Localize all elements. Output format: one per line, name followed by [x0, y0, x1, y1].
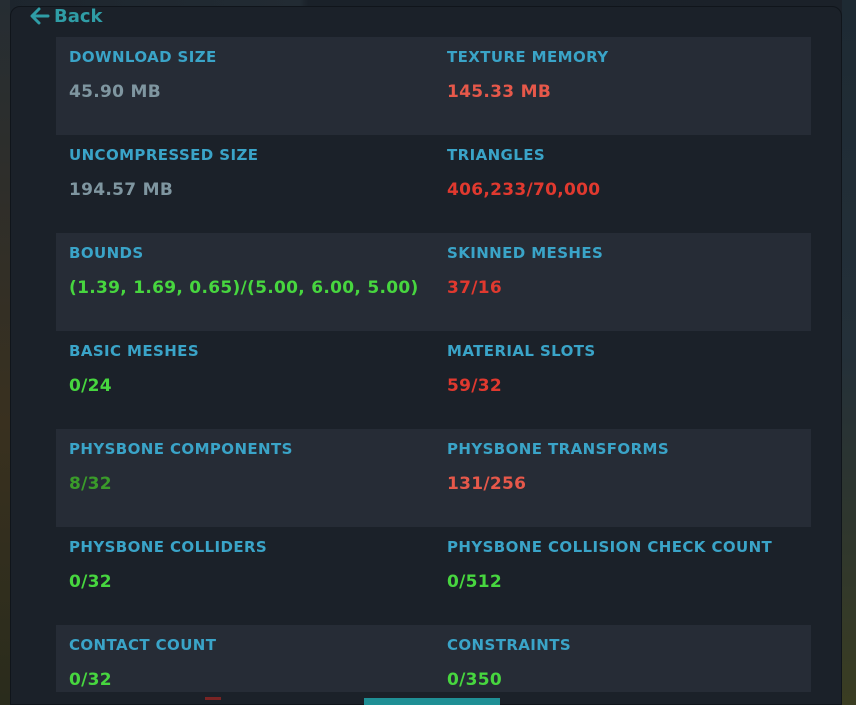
stat-label: DOWNLOAD SIZE	[69, 48, 217, 66]
arrow-left-icon	[30, 7, 50, 25]
stat-label: PHYSBONE COLLIDERS	[69, 538, 268, 556]
stats-row: CONTACT COUNT 0/32 CONSTRAINTS 0/350	[56, 625, 811, 692]
stat-label: CONTACT COUNT	[69, 636, 217, 654]
stat-value: 0/350	[447, 670, 503, 690]
stat-value: 406,233/70,000	[447, 180, 601, 200]
stats-row: BASIC MESHES 0/24 MATERIAL SLOTS 59/32	[56, 331, 811, 429]
stats-row: UNCOMPRESSED SIZE 194.57 MB TRIANGLES 406,2…	[56, 135, 811, 233]
stats-list[interactable]: DOWNLOAD SIZE 45.90 MB TEXTURE MEMORY 145.3…	[30, 37, 837, 692]
back-button[interactable]: Back	[30, 4, 103, 28]
stat-value: (1.39, 1.69, 0.65)/(5.00, 6.00, 5.00)	[69, 278, 419, 298]
stat-value: 194.57 MB	[69, 180, 174, 200]
stat-value: 131/256	[447, 474, 527, 494]
stats-row: BOUNDS (1.39, 1.69, 0.65)/(5.00, 6.00, 5.…	[56, 233, 811, 331]
stat-value: 145.33 MB	[447, 82, 552, 102]
stat-value: 45.90 MB	[69, 82, 161, 102]
stats-row: DOWNLOAD SIZE 45.90 MB TEXTURE MEMORY 145.3…	[56, 37, 811, 135]
stats-row: PHYSBONE COMPONENTS 8/32 PHYSBONE TRANSFOR…	[56, 429, 811, 527]
stat-label: UNCOMPRESSED SIZE	[69, 146, 259, 164]
stat-label: MATERIAL SLOTS	[447, 342, 596, 360]
stats-row: PHYSBONE COLLIDERS 0/32 PHYSBONE COLLISION…	[56, 527, 811, 625]
scroll-indicator[interactable]	[364, 698, 500, 705]
stat-value: 0/24	[69, 376, 112, 396]
stat-value: 0/512	[447, 572, 503, 592]
stat-label: PHYSBONE COMPONENTS	[69, 440, 293, 458]
background-marker	[205, 697, 221, 700]
stat-label: BASIC MESHES	[69, 342, 200, 360]
background-edge-right	[842, 0, 856, 705]
background-edge-left	[0, 0, 10, 705]
back-label: Back	[54, 5, 103, 27]
stat-value: 37/16	[447, 278, 503, 298]
stat-value: 0/32	[69, 572, 112, 592]
stat-label: PHYSBONE TRANSFORMS	[447, 440, 670, 458]
stat-value: 8/32	[69, 474, 112, 494]
stat-label: PHYSBONE COLLISION CHECK COUNT	[447, 538, 773, 556]
stat-label: TEXTURE MEMORY	[447, 48, 609, 66]
stat-value: 0/32	[69, 670, 112, 690]
stat-label: CONSTRAINTS	[447, 636, 572, 654]
stat-label: TRIANGLES	[447, 146, 546, 164]
stat-value: 59/32	[447, 376, 503, 396]
stat-label: SKINNED MESHES	[447, 244, 604, 262]
stat-label: BOUNDS	[69, 244, 144, 262]
